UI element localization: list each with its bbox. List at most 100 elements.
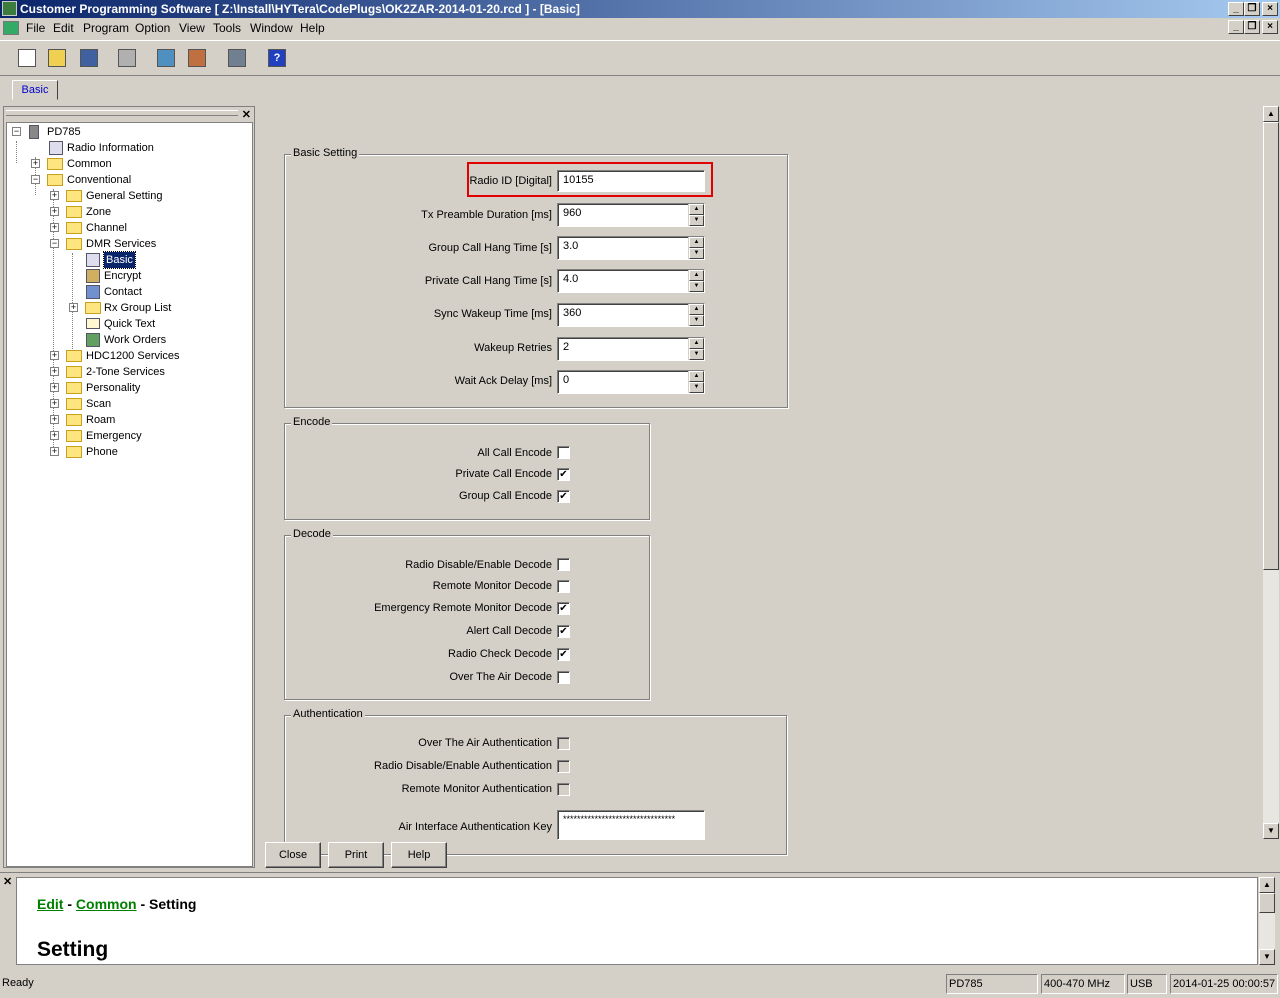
- pane-grip[interactable]: [6, 110, 238, 116]
- spin-arrows-icon[interactable]: ▲ ▼: [688, 338, 704, 360]
- print-button[interactable]: Print: [328, 842, 384, 868]
- child-restore-button[interactable]: ❐: [1244, 20, 1260, 34]
- help-title: Setting: [37, 938, 109, 961]
- radio-check-decode-label: Radio Check Decode: [448, 648, 552, 660]
- close-window-button[interactable]: ×: [1262, 2, 1278, 16]
- radio-check-decode-checkbox[interactable]: ✔: [557, 648, 570, 661]
- open-button[interactable]: [44, 45, 70, 71]
- menu-program[interactable]: Program: [83, 21, 129, 35]
- expand-icon[interactable]: +: [50, 399, 59, 408]
- crumb-link-edit[interactable]: Edit: [37, 896, 63, 912]
- expand-icon[interactable]: +: [50, 351, 59, 360]
- tree-view: − PD785 Radio Information + Common − Con…: [6, 122, 253, 867]
- clone-button[interactable]: [224, 45, 250, 71]
- child-close-button[interactable]: ×: [1262, 20, 1278, 34]
- title-bar: Customer Programming Software [ Z:\Insta…: [0, 0, 1280, 18]
- menu-edit[interactable]: Edit: [53, 21, 74, 35]
- scroll-down-icon[interactable]: ▼: [1263, 823, 1279, 839]
- private-call-encode-checkbox[interactable]: ✔: [557, 468, 570, 481]
- menu-tools[interactable]: Tools: [213, 21, 241, 35]
- auth-key-label: Air Interface Authentication Key: [398, 821, 552, 833]
- expand-icon[interactable]: +: [50, 431, 59, 440]
- menu-file[interactable]: File: [26, 21, 45, 35]
- spin-arrows-icon[interactable]: ▲ ▼: [688, 204, 704, 226]
- collapse-icon[interactable]: −: [31, 175, 40, 184]
- spin-arrows-icon[interactable]: ▲ ▼: [688, 371, 704, 393]
- folder-icon: [85, 302, 101, 314]
- expand-icon[interactable]: +: [50, 191, 59, 200]
- minimize-button[interactable]: _: [1228, 2, 1244, 16]
- print-button[interactable]: [114, 45, 140, 71]
- menu-window[interactable]: Window: [250, 21, 293, 35]
- expand-icon[interactable]: +: [50, 415, 59, 424]
- help-close-icon[interactable]: ✕: [3, 875, 12, 888]
- private-call-hang-label: Private Call Hang Time [s]: [424, 275, 552, 287]
- remote-monitor-authentication-checkbox[interactable]: [557, 783, 570, 796]
- crumb-separator: -: [63, 896, 76, 912]
- read-radio-button[interactable]: [153, 45, 179, 71]
- alert-call-decode-label: Alert Call Decode: [466, 625, 552, 637]
- group-call-hang-spinbox[interactable]: 3.0 ▲ ▼: [557, 236, 705, 260]
- folder-icon: [66, 190, 82, 202]
- scroll-up-icon[interactable]: ▲: [1263, 106, 1279, 122]
- folder-icon: [66, 414, 82, 426]
- spin-arrows-icon[interactable]: ▲ ▼: [688, 237, 704, 259]
- save-button[interactable]: [76, 45, 102, 71]
- folder-icon: [66, 430, 82, 442]
- remote-monitor-decode-checkbox[interactable]: [557, 580, 570, 593]
- menu-option[interactable]: Option: [135, 21, 170, 35]
- collapse-icon[interactable]: −: [50, 239, 59, 248]
- expand-icon[interactable]: +: [69, 303, 78, 312]
- menu-help[interactable]: Help: [300, 21, 325, 35]
- menu-view[interactable]: View: [179, 21, 205, 35]
- form-scrollbar[interactable]: ▲ ▼: [1263, 106, 1279, 839]
- sync-wakeup-spinbox[interactable]: 360 ▲ ▼: [557, 303, 705, 327]
- expand-icon[interactable]: +: [50, 207, 59, 216]
- document-icon[interactable]: [3, 21, 19, 35]
- help-button[interactable]: Help: [391, 842, 447, 868]
- tab-basic[interactable]: Basic: [12, 80, 58, 100]
- help-toolbar-button[interactable]: ?: [264, 45, 290, 71]
- scroll-thumb[interactable]: [1263, 122, 1279, 570]
- expand-icon[interactable]: +: [50, 383, 59, 392]
- write-radio-button[interactable]: [184, 45, 210, 71]
- scroll-up-icon[interactable]: ▲: [1259, 877, 1275, 893]
- scroll-thumb[interactable]: [1259, 893, 1275, 913]
- pane-close-icon[interactable]: ✕: [242, 108, 251, 121]
- new-button[interactable]: [14, 45, 40, 71]
- expand-icon[interactable]: +: [50, 447, 59, 456]
- tx-preamble-spinbox[interactable]: 960 ▲ ▼: [557, 203, 705, 227]
- help-scrollbar[interactable]: ▲ ▼: [1259, 877, 1275, 965]
- spin-arrows-icon[interactable]: ▲ ▼: [688, 304, 704, 326]
- expand-icon[interactable]: +: [50, 223, 59, 232]
- alert-call-decode-checkbox[interactable]: ✔: [557, 625, 570, 638]
- child-minimize-button[interactable]: _: [1228, 20, 1244, 34]
- radio-disable-decode-checkbox[interactable]: [557, 558, 570, 571]
- wakeup-retries-spinbox[interactable]: 2 ▲ ▼: [557, 337, 705, 361]
- radio-disable-authentication-checkbox[interactable]: [557, 760, 570, 773]
- wait-ack-delay-value: 0: [563, 374, 570, 386]
- private-call-hang-spinbox[interactable]: 4.0 ▲ ▼: [557, 269, 705, 293]
- over-the-air-decode-checkbox[interactable]: [557, 671, 570, 684]
- wait-ack-delay-spinbox[interactable]: 0 ▲ ▼: [557, 370, 705, 394]
- collapse-icon[interactable]: −: [12, 127, 21, 136]
- crumb-link-common[interactable]: Common: [76, 896, 137, 912]
- emergency-remote-monitor-decode-checkbox[interactable]: ✔: [557, 602, 570, 615]
- group-call-encode-checkbox[interactable]: ✔: [557, 490, 570, 503]
- spin-arrows-icon[interactable]: ▲ ▼: [688, 270, 704, 292]
- encode-title: Encode: [291, 416, 333, 428]
- radio-id-input[interactable]: 10155: [557, 170, 705, 192]
- folder-icon: [47, 158, 63, 170]
- restore-button[interactable]: ❐: [1244, 2, 1260, 16]
- auth-key-input[interactable]: ********************************: [557, 810, 705, 840]
- scroll-down-icon[interactable]: ▼: [1259, 949, 1275, 965]
- folder-icon: [66, 222, 82, 234]
- toolbar: ?: [0, 40, 1280, 76]
- group-call-encode-label: Group Call Encode: [459, 490, 552, 502]
- print-icon: [118, 49, 136, 67]
- close-button[interactable]: Close: [265, 842, 321, 868]
- all-call-encode-checkbox[interactable]: [557, 446, 570, 459]
- expand-icon[interactable]: +: [31, 159, 40, 168]
- expand-icon[interactable]: +: [50, 367, 59, 376]
- ota-authentication-checkbox[interactable]: [557, 737, 570, 750]
